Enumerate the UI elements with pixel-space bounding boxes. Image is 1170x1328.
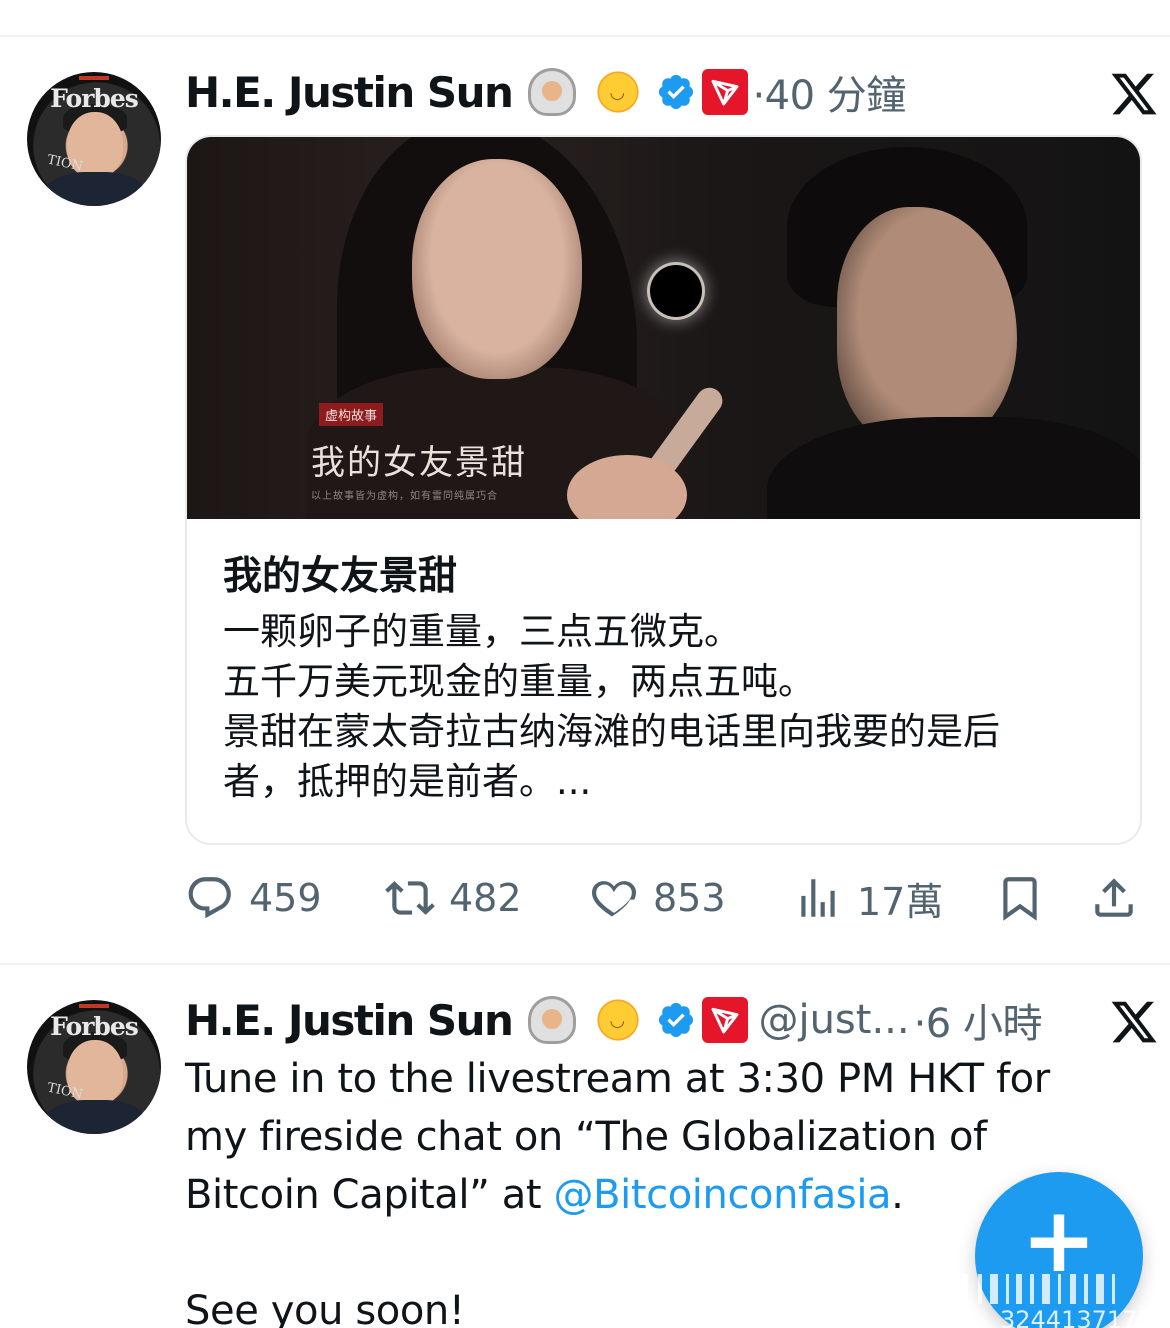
card-image[interactable]: 虚构故事 我的女友景甜 以上故事皆为虚构，如有雷同纯属巧合: [187, 137, 1140, 519]
tron-badge-icon[interactable]: [702, 69, 749, 115]
tweet-header: H.E. Justin Sun ·40 分鐘: [185, 64, 906, 120]
bookmark-icon: [1003, 877, 1037, 921]
tweet-text-line: my fireside chat on “The Globalization o…: [185, 1114, 987, 1160]
tron-badge-icon[interactable]: [702, 997, 749, 1043]
card-line: 一颗卵子的重量，三点五微克。: [223, 610, 741, 653]
share-button[interactable]: [1089, 866, 1139, 930]
mention-link[interactable]: @Bitcoinconfasia: [554, 1172, 892, 1218]
tweet-text-line: Tune in to the livestream at 3:30 PM HKT…: [185, 1056, 1050, 1102]
sun-emoji-icon: [592, 994, 644, 1046]
sun-emoji-icon: [592, 66, 644, 118]
poster-title: 我的女友景甜: [311, 443, 527, 483]
like-count: 853: [653, 876, 726, 920]
tweet-header: H.E. Justin Sun @just... ·6 小時: [185, 992, 1042, 1048]
views-button[interactable]: 17萬: [793, 866, 943, 930]
reply-button[interactable]: 459: [185, 866, 322, 930]
reply-count: 459: [249, 876, 322, 920]
timestamp[interactable]: ·40 分鐘: [752, 63, 906, 121]
author-avatar[interactable]: Forbes TION: [27, 72, 161, 206]
like-button[interactable]: 853: [589, 866, 726, 930]
heart-icon: [591, 881, 637, 917]
tweet-text-fragment: Bitcoin Capital” at: [185, 1172, 554, 1218]
bookmark-button[interactable]: [995, 866, 1045, 930]
poster-tag: 虚构故事: [319, 403, 384, 426]
author-name[interactable]: H.E. Justin Sun: [185, 68, 514, 117]
astronaut-emoji-icon: [526, 994, 578, 1046]
card-description: 一颗卵子的重量，三点五微克。 五千万美元现金的重量，两点五吨。 景甜在蒙太奇拉古…: [223, 607, 1123, 807]
action-bar: 459 482 853 17萬: [185, 866, 1145, 930]
reply-icon: [188, 877, 231, 919]
repost-button[interactable]: 482: [385, 866, 522, 930]
author-name[interactable]: H.E. Justin Sun: [185, 996, 514, 1045]
card-line: 五千万美元现金的重量，两点五吨。: [223, 660, 815, 703]
watermark-id: 3244137172: [1000, 1306, 1153, 1328]
verified-badge-icon[interactable]: [656, 72, 696, 112]
card-line: 者，抵押的是前者。...: [223, 760, 592, 803]
x-logo-icon[interactable]: [1106, 66, 1162, 122]
repost-count: 482: [449, 876, 522, 920]
card-title: 我的女友景甜: [223, 554, 458, 599]
repost-icon: [385, 881, 435, 915]
author-handle[interactable]: @just...: [758, 997, 909, 1043]
top-divider: [0, 35, 1170, 37]
eclipse-graphic: [650, 265, 702, 317]
card-line: 景甜在蒙太奇拉古纳海滩的电话里向我要的是后: [223, 710, 1000, 753]
verified-badge-icon[interactable]: [656, 1000, 696, 1040]
share-icon: [1095, 878, 1133, 917]
author-avatar[interactable]: Forbes TION: [27, 1000, 161, 1134]
x-logo-icon[interactable]: [1106, 994, 1162, 1050]
views-bar-icon: [801, 879, 835, 917]
astronaut-emoji-icon: [526, 66, 578, 118]
poster-subtitle: 以上故事皆为虚构，如有雷同纯属巧合: [311, 491, 498, 502]
views-count: 17萬: [857, 879, 944, 924]
tweet-text-fragment: .: [891, 1172, 904, 1218]
timestamp[interactable]: ·6 小時: [914, 991, 1043, 1049]
tweet-divider: [0, 963, 1170, 965]
link-card[interactable]: 虚构故事 我的女友景甜 以上故事皆为虚构，如有雷同纯属巧合 我的女友景甜 一颗卵…: [185, 135, 1142, 845]
